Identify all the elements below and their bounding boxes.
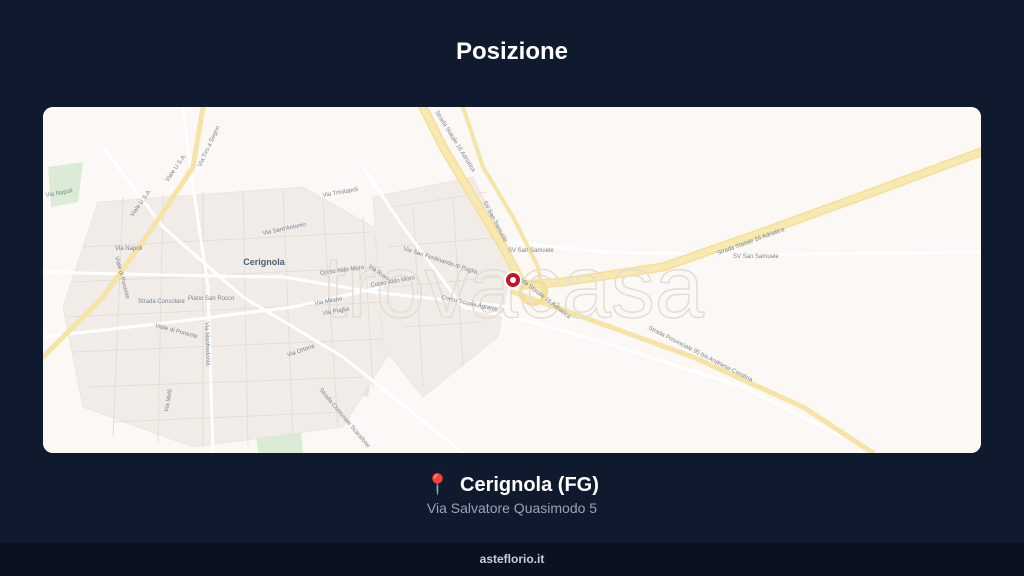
location-city: Cerignola (FG) xyxy=(460,474,599,496)
map[interactable]: trovacasa Strada Statale 16 Adriatica St… xyxy=(43,107,981,453)
road-label: Via Napoli xyxy=(115,246,142,252)
road-label: SV San Samuele xyxy=(733,254,779,260)
road-label: SV San Samuele xyxy=(508,248,554,254)
page-title: Posizione xyxy=(455,38,569,65)
round-pushpin-icon: 📍 xyxy=(425,474,450,496)
map-canvas[interactable]: trovacasa Strada Statale 16 Adriatica St… xyxy=(43,107,981,453)
location-address: Via Salvatore Quasimodo 5 xyxy=(426,500,598,516)
road-label: Piano San Rocco xyxy=(188,296,235,302)
city-label: Cerignola xyxy=(243,257,286,267)
location-title: 📍 Cerignola (FG) xyxy=(0,472,1024,497)
location-marker-icon[interactable] xyxy=(504,271,522,289)
road-label: Strada Consolare xyxy=(138,299,185,305)
footer-brand[interactable]: asteflorio.it xyxy=(0,552,1024,566)
